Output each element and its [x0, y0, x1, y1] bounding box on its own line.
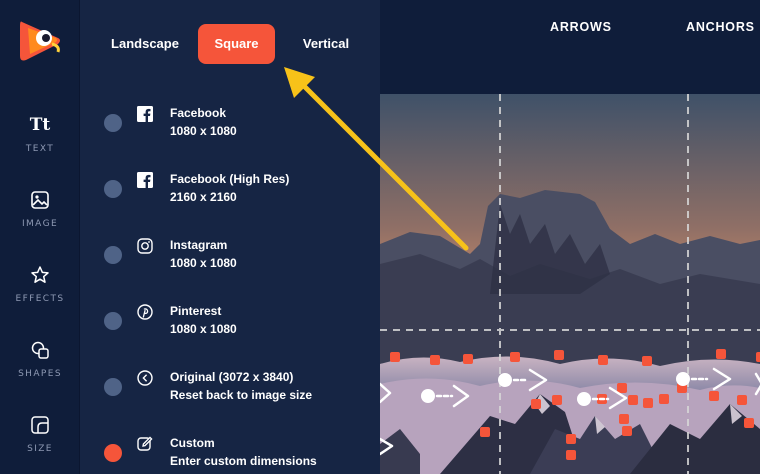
- preset-title: Instagram: [170, 238, 228, 252]
- rail-label-text: TEXT: [25, 144, 55, 154]
- rail-label-effects: EFFECTS: [15, 294, 65, 304]
- preset-radio[interactable]: [104, 180, 122, 198]
- rail-label-image: IMAGE: [21, 219, 59, 229]
- preset-facebook[interactable]: Facebook 1080 x 1080: [104, 102, 364, 142]
- orientation-tabs: Landscape Square Vertical: [100, 24, 370, 64]
- rail-item-effects[interactable]: EFFECTS: [0, 262, 80, 304]
- facebook-icon: [137, 172, 153, 188]
- photo-preview: [380, 94, 760, 474]
- preset-title: Custom: [170, 436, 215, 450]
- preset-facebook-high-res[interactable]: Facebook (High Res) 2160 x 2160: [104, 168, 364, 208]
- pinterest-icon: [137, 304, 153, 320]
- size-presets-panel: Landscape Square Vertical Facebook 1080 …: [80, 0, 380, 474]
- image-canvas[interactable]: [380, 94, 760, 474]
- preset-title: Facebook: [170, 106, 227, 120]
- star-icon: [0, 262, 80, 288]
- preset-radio[interactable]: [104, 114, 122, 132]
- rail-item-image[interactable]: IMAGE: [0, 187, 80, 229]
- tab-vertical[interactable]: Vertical: [283, 24, 369, 64]
- preset-size: 1080 x 1080: [170, 256, 237, 270]
- image-icon: [0, 187, 80, 213]
- nav-arrows[interactable]: ARROWS: [550, 20, 612, 34]
- edit-icon: [137, 436, 153, 451]
- tool-rail: Tt TEXT IMAGE EFFECTS SHAPES SIZE: [0, 0, 80, 474]
- app-logo: [20, 21, 60, 61]
- preset-pinterest[interactable]: Pinterest 1080 x 1080: [104, 300, 364, 340]
- rail-item-shapes[interactable]: SHAPES: [0, 337, 80, 379]
- instagram-icon: [137, 238, 153, 254]
- preset-custom[interactable]: Custom Enter custom dimensions: [104, 432, 364, 472]
- preset-radio[interactable]: [104, 312, 122, 330]
- preset-size: 1080 x 1080: [170, 124, 237, 138]
- preset-radio[interactable]: [104, 246, 122, 264]
- preset-title: Original (3072 x 3840): [170, 370, 294, 384]
- rail-label-shapes: SHAPES: [18, 369, 62, 379]
- preset-instagram[interactable]: Instagram 1080 x 1080: [104, 234, 364, 274]
- nav-anchors[interactable]: ANCHORS: [686, 20, 755, 34]
- preset-radio[interactable]: [104, 378, 122, 396]
- rail-label-size: SIZE: [27, 444, 53, 454]
- tab-square[interactable]: Square: [198, 24, 275, 64]
- preset-size: 1080 x 1080: [170, 322, 237, 336]
- reset-icon: [137, 370, 153, 386]
- tab-landscape[interactable]: Landscape: [100, 24, 190, 64]
- size-icon: [0, 412, 80, 438]
- text-icon: Tt: [29, 115, 51, 135]
- preset-size: 2160 x 2160: [170, 190, 237, 204]
- shapes-icon: [0, 337, 80, 363]
- rail-item-size[interactable]: SIZE: [0, 412, 80, 454]
- rail-item-text[interactable]: Tt TEXT: [0, 112, 80, 154]
- preset-size: Enter custom dimensions: [170, 454, 317, 468]
- facebook-icon: [137, 106, 153, 122]
- preset-size: Reset back to image size: [170, 388, 313, 402]
- preset-radio-selected[interactable]: [104, 444, 122, 462]
- preset-original[interactable]: Original (3072 x 3840) Reset back to ima…: [104, 366, 364, 406]
- top-bar: ARROWS ANCHORS: [380, 0, 760, 94]
- preset-title: Pinterest: [170, 304, 222, 318]
- preset-title: Facebook (High Res): [170, 172, 290, 186]
